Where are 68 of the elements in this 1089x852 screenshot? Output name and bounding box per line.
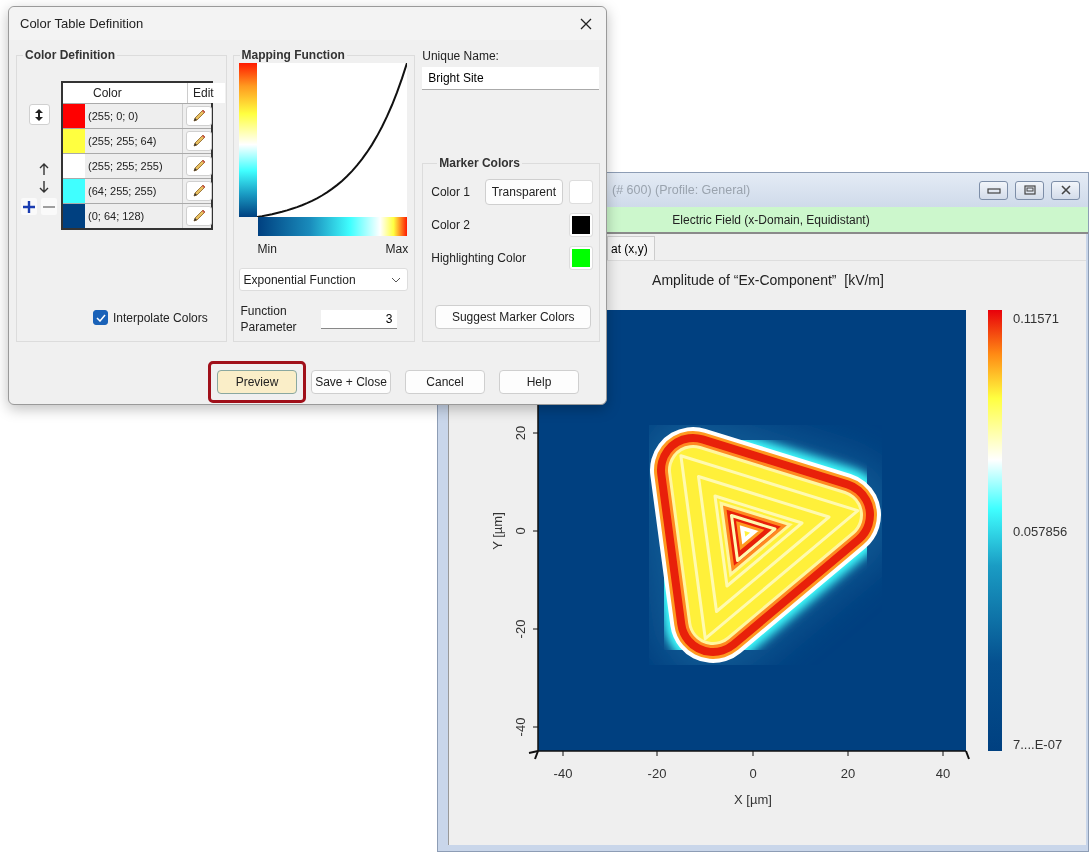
edit-button[interactable] — [186, 181, 212, 201]
scale-label: 0.057856 — [1013, 524, 1068, 539]
suggest-button[interactable]: Suggest Marker Colors — [435, 305, 592, 329]
minimize-icon — [986, 185, 1001, 195]
checkbox[interactable] — [93, 310, 108, 325]
color-swatch[interactable] — [570, 181, 592, 203]
tick-label: -20 — [513, 619, 528, 639]
field-label: Unique Name: — [422, 49, 500, 63]
edit-button[interactable] — [186, 206, 212, 226]
plus-icon — [23, 200, 35, 213]
scale-label: 7....E-07 — [1013, 737, 1063, 752]
chart-title: Amplitude of “Ex-Component” [kV/m] — [652, 272, 884, 288]
min-label: Min — [257, 242, 277, 256]
chevron-down-icon — [391, 276, 402, 283]
pencil-icon — [191, 133, 207, 149]
color-swatch[interactable] — [570, 247, 592, 269]
arrow-up-icon — [39, 163, 49, 176]
tick-label: -40 — [513, 717, 528, 737]
table-cell: (0; 64; 128) — [85, 204, 183, 228]
minimize-button[interactable] — [979, 180, 1008, 200]
group-title: Color Definition — [24, 48, 116, 62]
close-icon — [1058, 185, 1073, 195]
dialog-button[interactable]: Save + Close — [311, 370, 391, 394]
function-dropdown[interactable]: Exponential Function — [238, 268, 409, 291]
banner-text: Electric Field (x-Domain, Equidistant) — [672, 212, 870, 227]
field-label: Color 1 — [431, 185, 471, 199]
tick-label: 0 — [749, 766, 757, 781]
field-label: Function Parameter — [240, 303, 298, 335]
pencil-icon — [191, 208, 207, 224]
window-title: Color Table Definition — [20, 16, 144, 31]
up-down-arrow-icon — [34, 107, 44, 122]
tick-label: 40 — [935, 766, 951, 781]
field-label: Highlighting Color — [431, 251, 527, 265]
axis-label: Y [µm] — [490, 512, 505, 550]
edit-button[interactable] — [186, 156, 212, 176]
scale-label: 0.11571 — [1013, 311, 1060, 326]
axis-label: X [µm] — [734, 792, 772, 807]
checkbox-label: Interpolate Colors — [113, 310, 208, 325]
tick-label: 20 — [513, 425, 528, 441]
add-button[interactable] — [21, 198, 37, 215]
color-swatch[interactable] — [570, 214, 592, 236]
pencil-icon — [191, 183, 207, 199]
tick-label: -40 — [553, 766, 573, 781]
maximize-icon — [1022, 185, 1037, 195]
tab[interactable]: at (x,y) — [607, 236, 655, 260]
tick-label: -20 — [647, 766, 667, 781]
tick-label: 0 — [513, 527, 528, 535]
dialog-button[interactable]: Preview — [217, 370, 297, 394]
group-title: Marker Colors — [438, 156, 521, 170]
input-field[interactable]: 3 — [320, 309, 397, 329]
close-button[interactable] — [1051, 180, 1080, 200]
pencil-icon — [191, 108, 207, 124]
tick-label: 20 — [840, 766, 856, 781]
dialog-button[interactable]: Cancel — [405, 370, 485, 394]
arrow-down-icon — [39, 180, 49, 193]
group-title: Mapping Function — [240, 48, 346, 62]
edit-button[interactable] — [186, 131, 212, 151]
max-label: Max — [385, 242, 409, 256]
dialog-button[interactable]: Help — [499, 370, 579, 394]
field-label: Color 2 — [431, 218, 471, 232]
pencil-icon — [191, 158, 207, 174]
transparent-button[interactable]: Transparent — [484, 179, 563, 205]
input-field[interactable]: Bright Site — [422, 67, 600, 90]
window-title: (# 600) (Profile: General) — [612, 183, 751, 197]
edit-button[interactable] — [186, 106, 212, 126]
swap-button[interactable] — [28, 104, 50, 125]
maximize-button[interactable] — [1015, 180, 1044, 200]
close-icon — [579, 16, 593, 31]
